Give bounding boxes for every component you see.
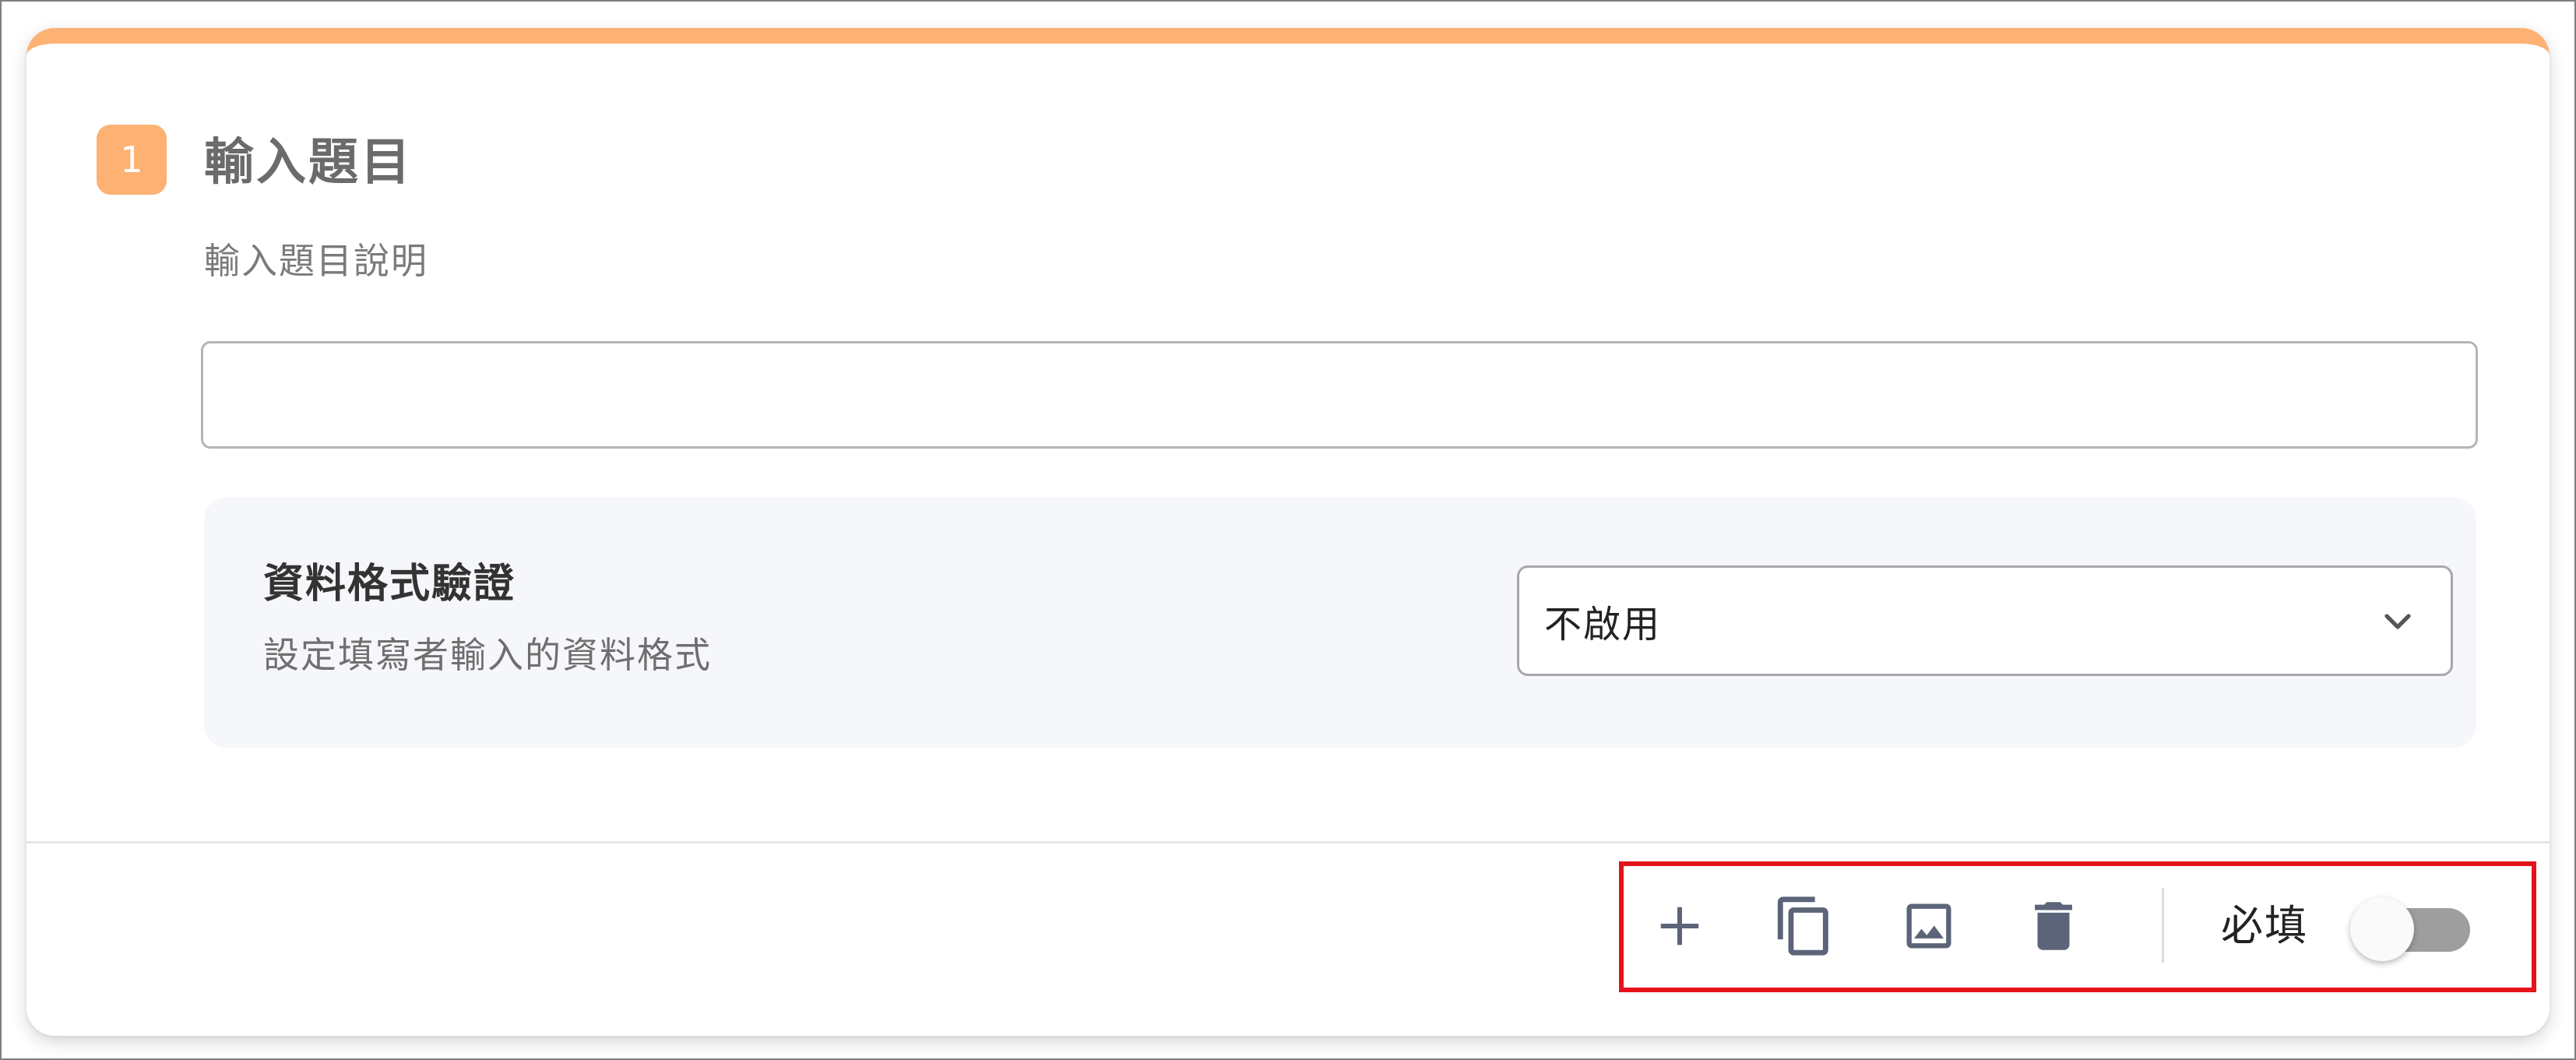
add-image-button[interactable] xyxy=(1886,883,1972,969)
trash-icon xyxy=(2035,902,2072,950)
validation-panel: 資料格式驗證 設定填寫者輸入的資料格式 不啟用 xyxy=(204,497,2476,748)
image-icon xyxy=(1906,903,1951,949)
required-label: 必填 xyxy=(2221,901,2308,950)
copy-question-button[interactable] xyxy=(1761,883,1847,969)
chevron-down-icon xyxy=(2384,614,2411,629)
validation-description: 設定填寫者輸入的資料格式 xyxy=(263,634,712,676)
required-toggle[interactable] xyxy=(2350,893,2470,961)
question-number-badge: 1 xyxy=(97,125,167,195)
toolbar-separator xyxy=(2162,888,2164,963)
answer-input[interactable] xyxy=(201,341,2478,449)
footer-divider xyxy=(26,841,2550,843)
add-question-button[interactable] xyxy=(1637,883,1723,969)
required-toggle-knob[interactable] xyxy=(2350,897,2414,961)
question-description[interactable]: 輸入題目說明 xyxy=(204,237,428,285)
question-title[interactable]: 輸入題目 xyxy=(204,131,413,195)
delete-question-button[interactable] xyxy=(2011,883,2096,969)
validation-title: 資料格式驗證 xyxy=(263,561,516,607)
plus-icon xyxy=(1660,907,1699,946)
format-select[interactable]: 不啟用 xyxy=(1517,565,2453,676)
format-select-value: 不啟用 xyxy=(1544,603,1662,646)
copy-icon xyxy=(1777,896,1828,956)
